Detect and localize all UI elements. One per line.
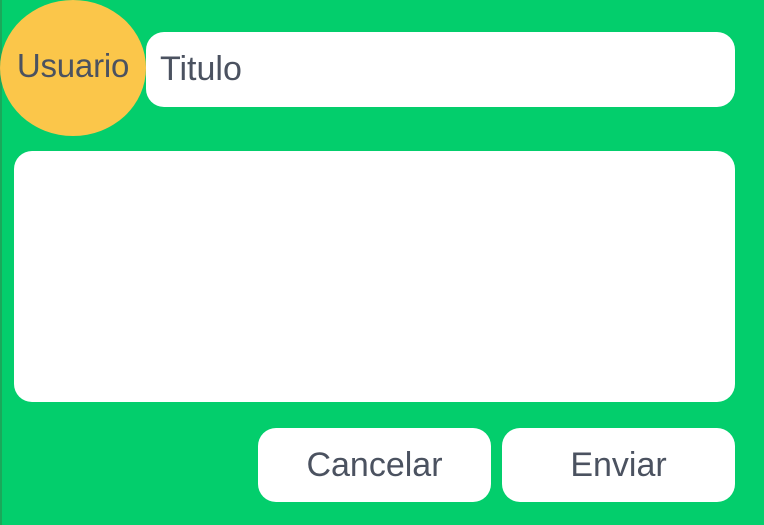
send-button[interactable]: Enviar bbox=[502, 428, 735, 502]
body-textarea[interactable] bbox=[14, 151, 735, 402]
title-input[interactable] bbox=[146, 32, 735, 107]
avatar-label: Usuario bbox=[16, 47, 130, 84]
post-form: Usuario Cancelar Enviar bbox=[0, 0, 764, 525]
user-avatar: Usuario bbox=[0, 0, 146, 136]
cancel-button[interactable]: Cancelar bbox=[258, 428, 491, 502]
